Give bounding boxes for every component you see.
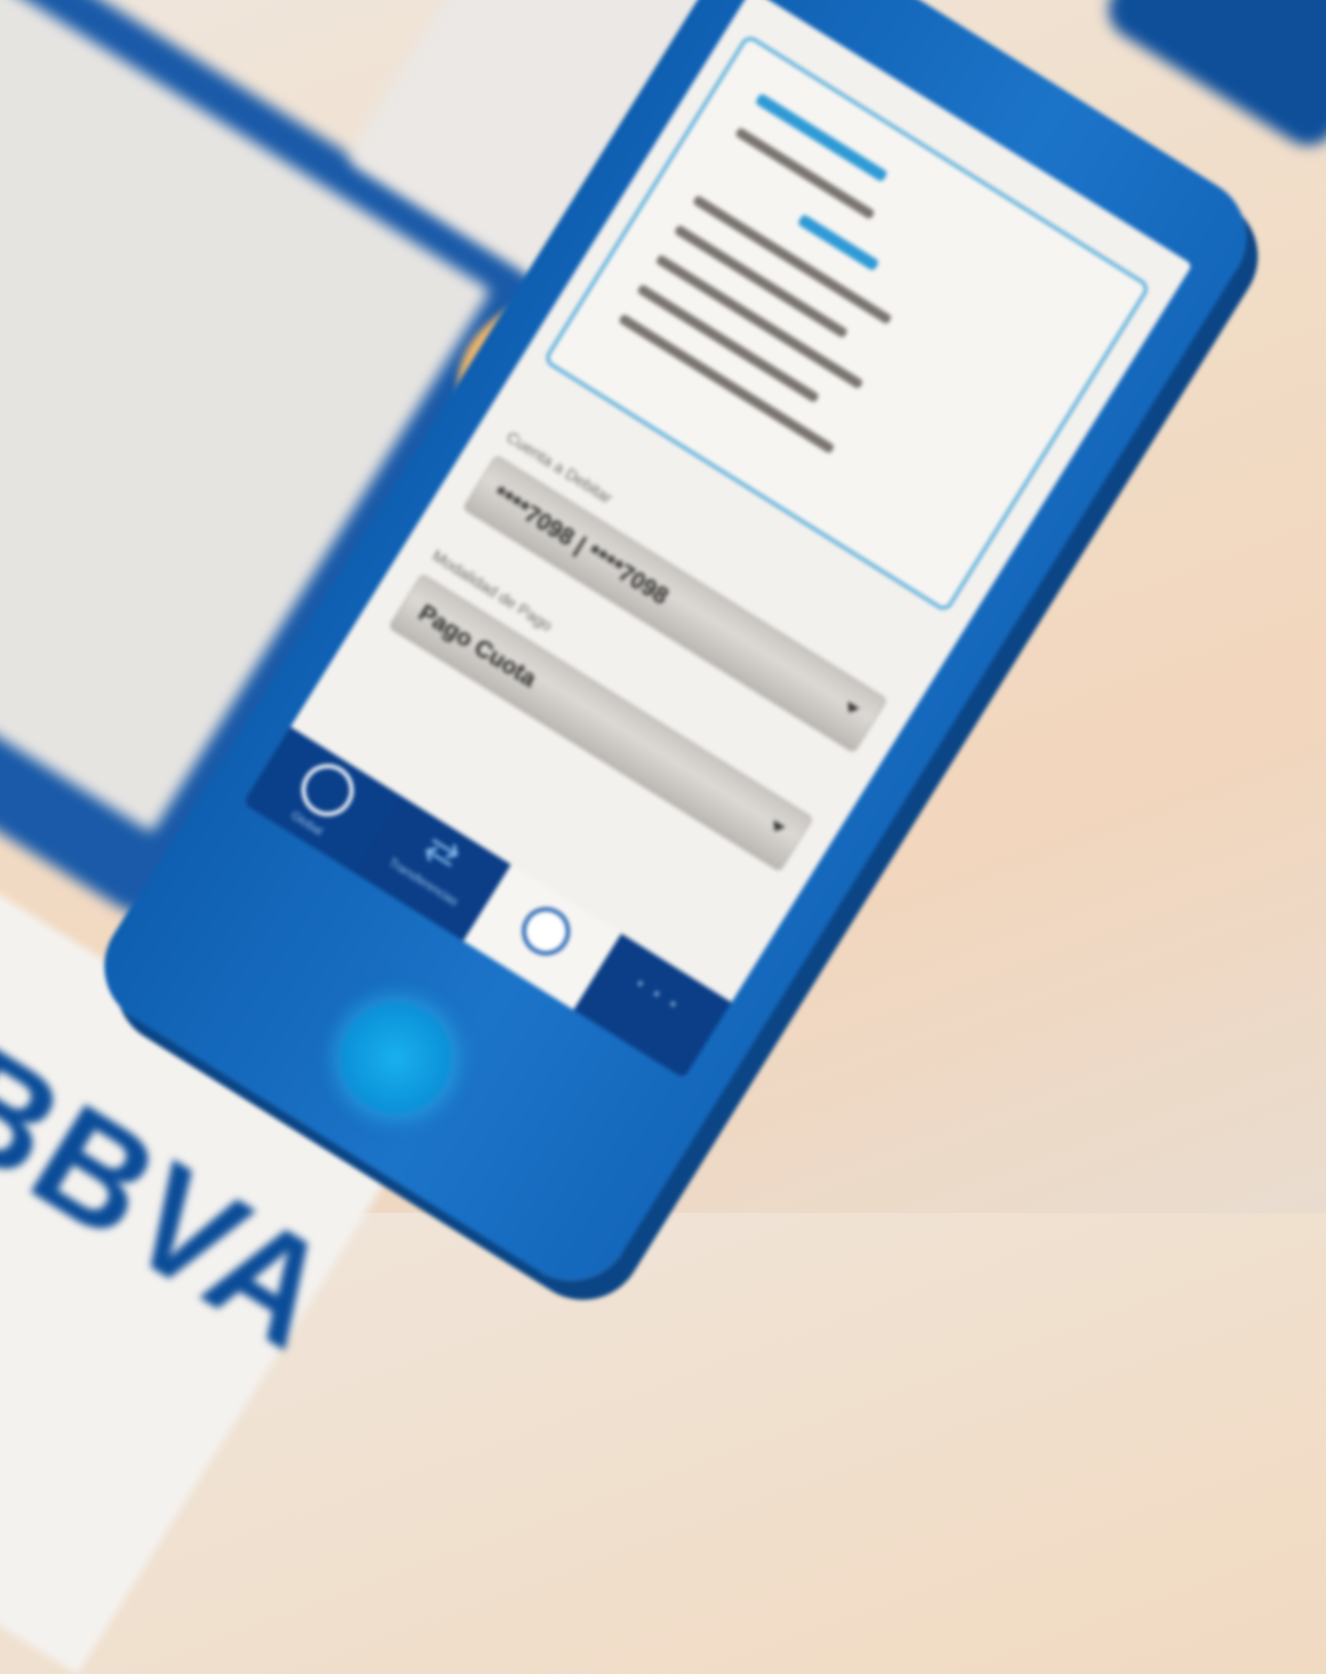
chevron-down-icon: [768, 819, 786, 836]
lock-icon: [512, 898, 580, 965]
account-value: ****7098 | ****7098: [487, 480, 674, 611]
info-text-line: [734, 126, 876, 221]
chevron-down-icon: [842, 701, 860, 717]
info-highlight-line: [797, 213, 880, 272]
info-heading-line: [754, 92, 889, 183]
